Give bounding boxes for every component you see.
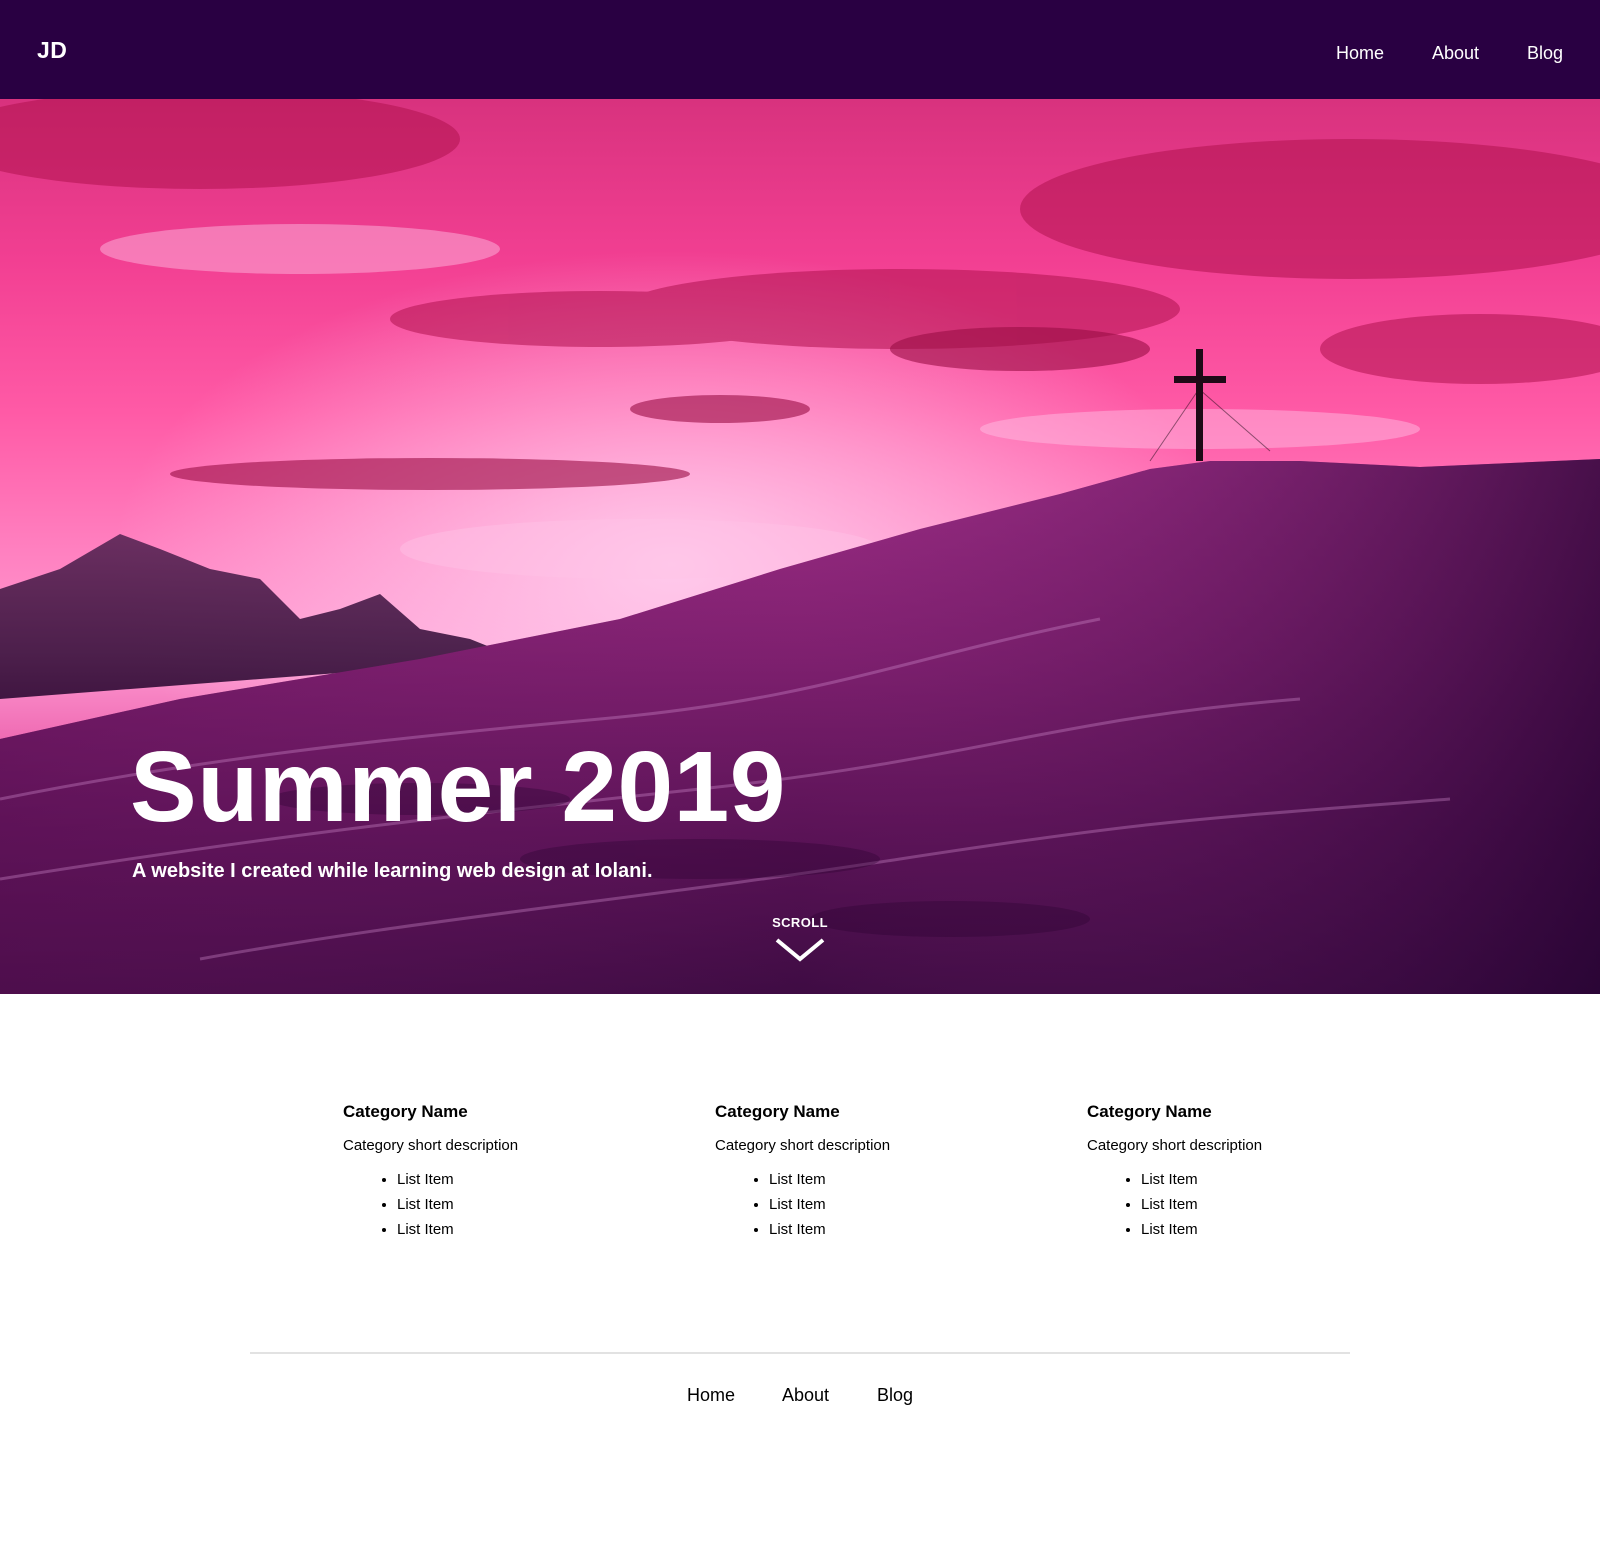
list-item: List Item	[397, 1167, 643, 1192]
list-item: List Item	[769, 1217, 1015, 1242]
category-card: Category Name Category short description…	[715, 1100, 1015, 1242]
category-card: Category Name Category short description…	[1087, 1100, 1387, 1242]
category-description: Category short description	[343, 1137, 519, 1154]
category-list: List Item List Item List Item	[1087, 1167, 1387, 1242]
list-item: List Item	[769, 1192, 1015, 1217]
category-list: List Item List Item List Item	[343, 1167, 643, 1242]
hero-subtitle: A website I created while learning web d…	[132, 860, 653, 882]
nav-link-about[interactable]: About	[1432, 40, 1479, 66]
footer-divider	[250, 1352, 1350, 1354]
category-list: List Item List Item List Item	[715, 1167, 1015, 1242]
category-title: Category Name	[1087, 1102, 1212, 1121]
hero-title: Summer 2019	[130, 731, 786, 843]
category-description: Category short description	[1087, 1137, 1263, 1154]
list-item: List Item	[397, 1192, 643, 1217]
list-item: List Item	[397, 1217, 643, 1242]
footer-link-about[interactable]: About	[782, 1382, 829, 1408]
footer-link-home[interactable]: Home	[687, 1382, 735, 1408]
nav-link-blog[interactable]: Blog	[1527, 40, 1563, 66]
category-title: Category Name	[715, 1102, 840, 1121]
chevron-down-icon	[775, 938, 825, 962]
scroll-down-button[interactable]: SCROLL	[760, 915, 840, 975]
list-item: List Item	[1141, 1167, 1387, 1192]
footer-link-blog[interactable]: Blog	[877, 1382, 913, 1408]
list-item: List Item	[1141, 1217, 1387, 1242]
site-logo[interactable]: JD	[37, 36, 67, 64]
list-item: List Item	[769, 1167, 1015, 1192]
nav-link-home[interactable]: Home	[1336, 40, 1384, 66]
hero-section: Summer 2019 A website I created while le…	[0, 99, 1600, 994]
category-title: Category Name	[343, 1102, 468, 1121]
site-header: JD Home About Blog	[0, 0, 1600, 99]
category-description: Category short description	[715, 1137, 891, 1154]
scroll-label: SCROLL	[772, 915, 828, 930]
list-item: List Item	[1141, 1192, 1387, 1217]
category-card: Category Name Category short description…	[343, 1100, 643, 1242]
